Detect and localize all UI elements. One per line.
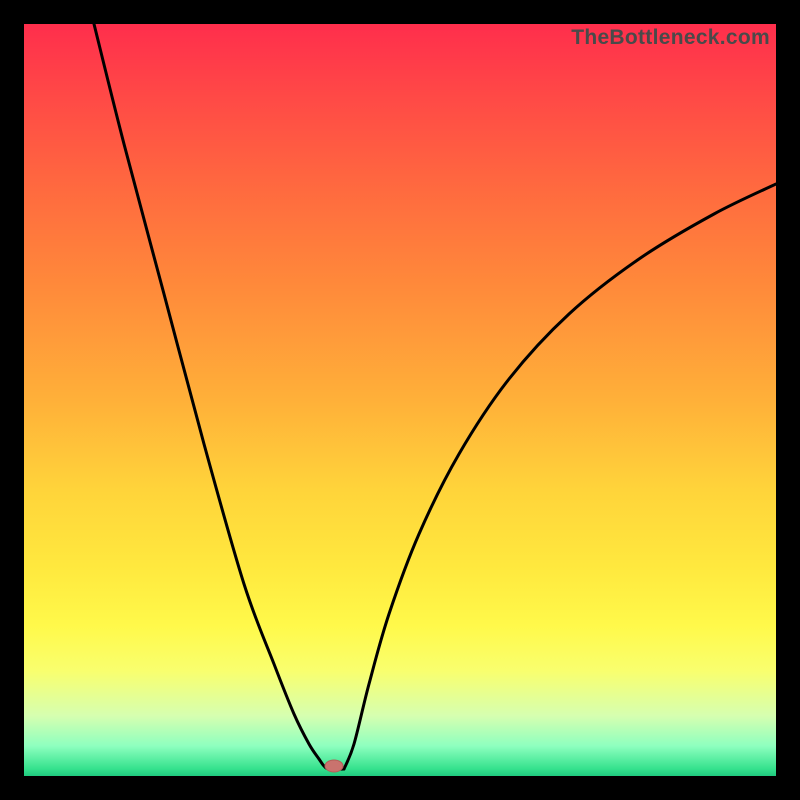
plot-area: TheBottleneck.com [24, 24, 776, 776]
outer-frame: TheBottleneck.com [0, 0, 800, 800]
min-marker-dot [325, 760, 343, 772]
left-branch-line [94, 24, 344, 769]
right-branch-line [344, 184, 776, 769]
curve-svg [24, 24, 776, 776]
